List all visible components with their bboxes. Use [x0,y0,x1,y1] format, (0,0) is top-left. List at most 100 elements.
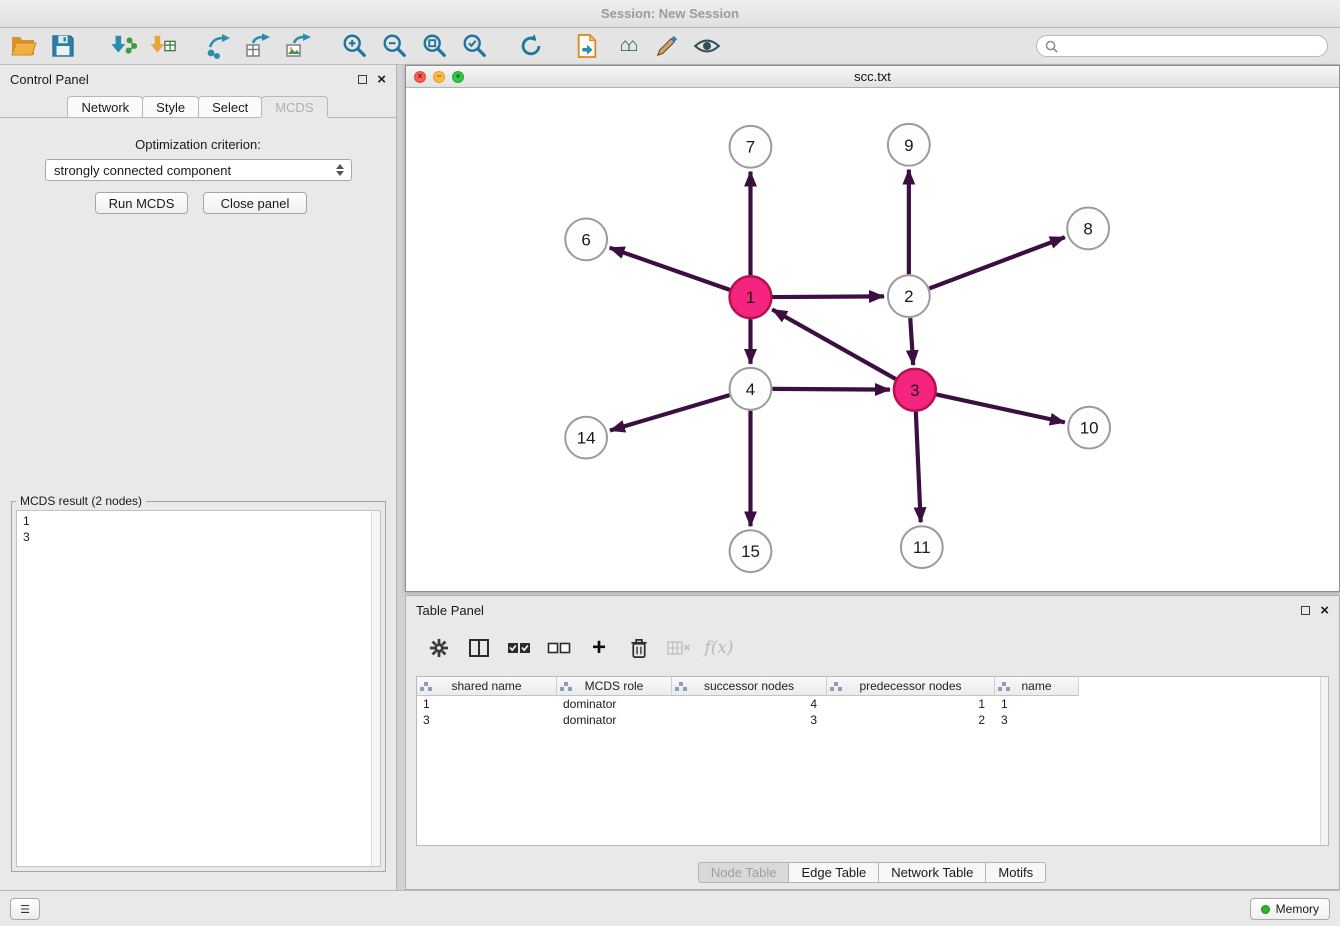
run-mcds-button[interactable]: Run MCDS [95,192,188,214]
graph-node-3[interactable] [894,369,936,411]
tab-mcds[interactable]: MCDS [261,96,327,117]
graph-node-10[interactable] [1068,407,1110,449]
graph-edge-1-2[interactable] [772,296,884,297]
cell-name[interactable]: 3 [995,712,1079,728]
graph-node-7[interactable] [730,126,772,168]
style-brush-button[interactable] [650,30,684,62]
add-column-button[interactable]: + [586,634,612,662]
graph-edge-4-3[interactable] [772,389,890,390]
search-input[interactable] [1063,39,1319,54]
open-file-button[interactable] [6,30,40,62]
column-tree-icon [679,682,683,686]
graph-edge-4-14[interactable] [610,395,729,430]
refresh-layout-button[interactable] [514,30,548,62]
table-toolbar: + f(x) [426,632,732,664]
tab-edge-table[interactable]: Edge Table [788,862,879,883]
function-builder-button[interactable]: f(x) [706,634,732,662]
columns-icon [469,639,489,657]
close-table-panel-icon[interactable]: × [1320,603,1329,618]
zoom-in-button[interactable] [338,30,372,62]
table-scrollbar[interactable] [1320,677,1328,845]
graph-node-1[interactable] [730,276,772,318]
import-table-button[interactable] [146,30,180,62]
column-header-shared-name[interactable]: shared name [417,677,557,696]
float-panel-icon[interactable] [358,75,367,84]
save-session-button[interactable] [46,30,80,62]
column-header-name[interactable]: name [995,677,1079,696]
graph-node-15[interactable] [730,530,772,572]
vertical-splitter[interactable] [397,65,405,890]
title-bar: Session: New Session [0,0,1340,28]
deselect-all-button[interactable] [546,634,572,662]
graph-edge-3-10[interactable] [936,394,1065,422]
gear-icon [429,638,449,658]
column-header-predecessor-nodes[interactable]: predecessor nodes [827,677,995,696]
column-header-mcds-role[interactable]: MCDS role [557,677,672,696]
graph-node-2[interactable] [888,275,930,317]
cell-successor-nodes[interactable]: 4 [672,696,827,712]
network-canvas[interactable]: 7968124314101511 [406,88,1339,591]
graph-node-8[interactable] [1067,208,1109,250]
cell-predecessor-nodes[interactable]: 1 [827,696,995,712]
network-graph[interactable]: 7968124314101511 [406,88,1339,591]
cell-name[interactable]: 1 [995,696,1079,712]
import-network-button[interactable] [106,30,140,62]
delete-table-icon [667,640,691,656]
zoom-out-button[interactable] [378,30,412,62]
cell-successor-nodes[interactable]: 3 [672,712,827,728]
task-history-button[interactable]: ☰ [10,898,40,920]
minimize-window-button[interactable]: − [433,71,445,83]
graph-node-4[interactable] [730,368,772,410]
cell-mcds-role[interactable]: dominator [557,696,672,712]
graph-edge-1-6[interactable] [610,248,730,290]
network-window-titlebar[interactable]: × − + scc.txt [406,66,1339,88]
close-panel-button[interactable]: Close panel [203,192,307,214]
close-panel-icon[interactable]: × [377,72,386,87]
graph-edge-2-3[interactable] [910,318,913,365]
search-box[interactable] [1036,35,1328,57]
close-window-button[interactable]: × [414,71,426,83]
table-row[interactable]: 3 dominator 3 2 3 [417,712,1328,728]
cell-mcds-role[interactable]: dominator [557,712,672,728]
float-table-panel-icon[interactable] [1301,606,1310,615]
memory-button[interactable]: Memory [1250,898,1330,920]
tab-style[interactable]: Style [142,96,199,117]
show-hide-button[interactable] [690,30,724,62]
graph-edge-3-11[interactable] [916,412,921,523]
select-all-button[interactable] [506,634,532,662]
status-bar: ☰ Memory [0,890,1340,926]
export-image-button[interactable] [282,30,316,62]
memory-status-icon [1261,905,1270,914]
export-network-button[interactable] [202,30,236,62]
graph-node-9[interactable] [888,124,930,166]
tab-network-table[interactable]: Network Table [878,862,986,883]
table-row[interactable]: 1 dominator 4 1 1 [417,696,1328,712]
graph-node-11[interactable] [901,526,943,568]
eye-icon [693,36,721,56]
show-columns-button[interactable] [466,634,492,662]
graph-node-14[interactable] [565,417,607,459]
table-settings-button[interactable] [426,634,452,662]
tab-network[interactable]: Network [67,96,143,117]
tab-select[interactable]: Select [198,96,262,117]
zoom-selected-button[interactable] [458,30,492,62]
zoom-fit-button[interactable] [418,30,452,62]
graph-node-6[interactable] [565,218,607,260]
tab-node-table[interactable]: Node Table [698,862,790,883]
graph-edge-2-8[interactable] [929,237,1064,288]
cell-shared-name[interactable]: 1 [417,696,557,712]
result-scrollbar[interactable] [371,511,380,866]
cell-shared-name[interactable]: 3 [417,712,557,728]
criterion-dropdown[interactable]: strongly connected component [45,159,352,181]
document-export-button[interactable] [570,30,604,62]
tab-motifs[interactable]: Motifs [985,862,1046,883]
home-network-button[interactable]: ⌂⌂ [610,30,644,62]
export-image-icon [285,33,313,59]
maximize-window-button[interactable]: + [452,71,464,83]
cell-predecessor-nodes[interactable]: 2 [827,712,995,728]
graph-edge-3-1[interactable] [772,309,896,379]
delete-table-button[interactable] [666,634,692,662]
column-header-successor-nodes[interactable]: successor nodes [672,677,827,696]
export-table-button[interactable] [242,30,276,62]
delete-column-button[interactable] [626,634,652,662]
